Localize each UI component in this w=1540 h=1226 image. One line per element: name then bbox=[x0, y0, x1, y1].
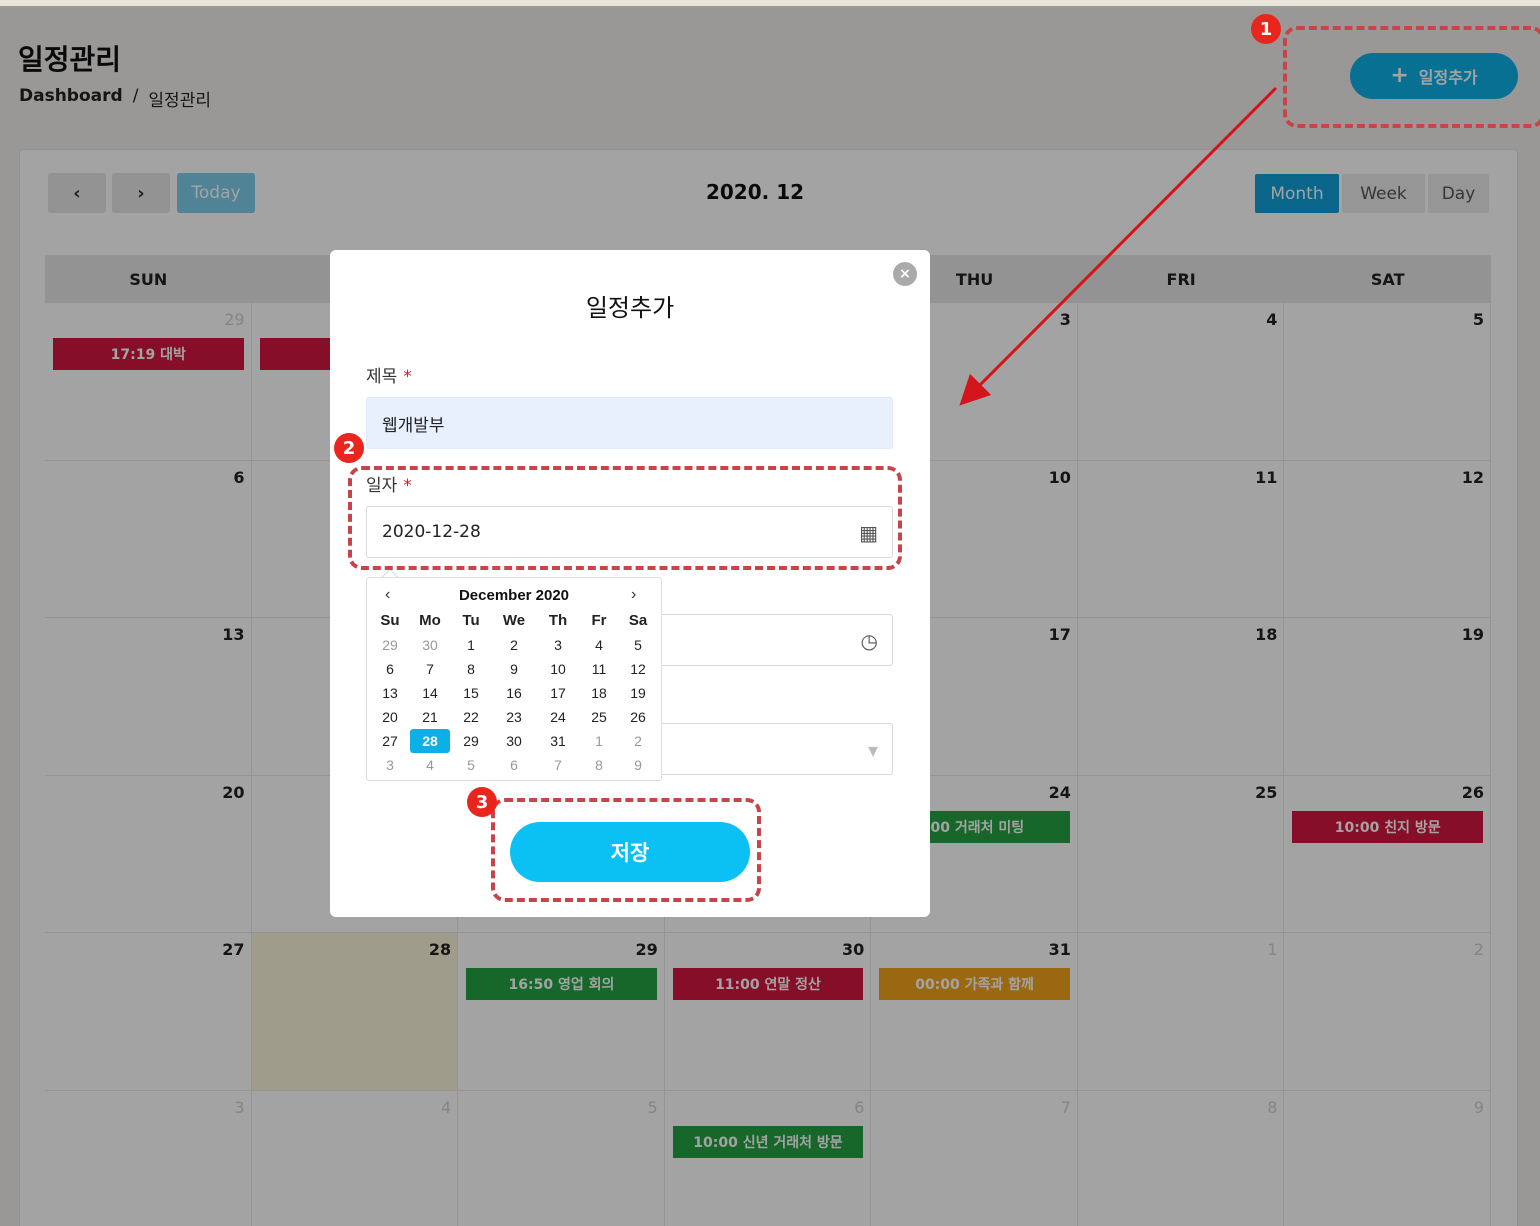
annotation-arrow bbox=[959, 86, 1278, 406]
